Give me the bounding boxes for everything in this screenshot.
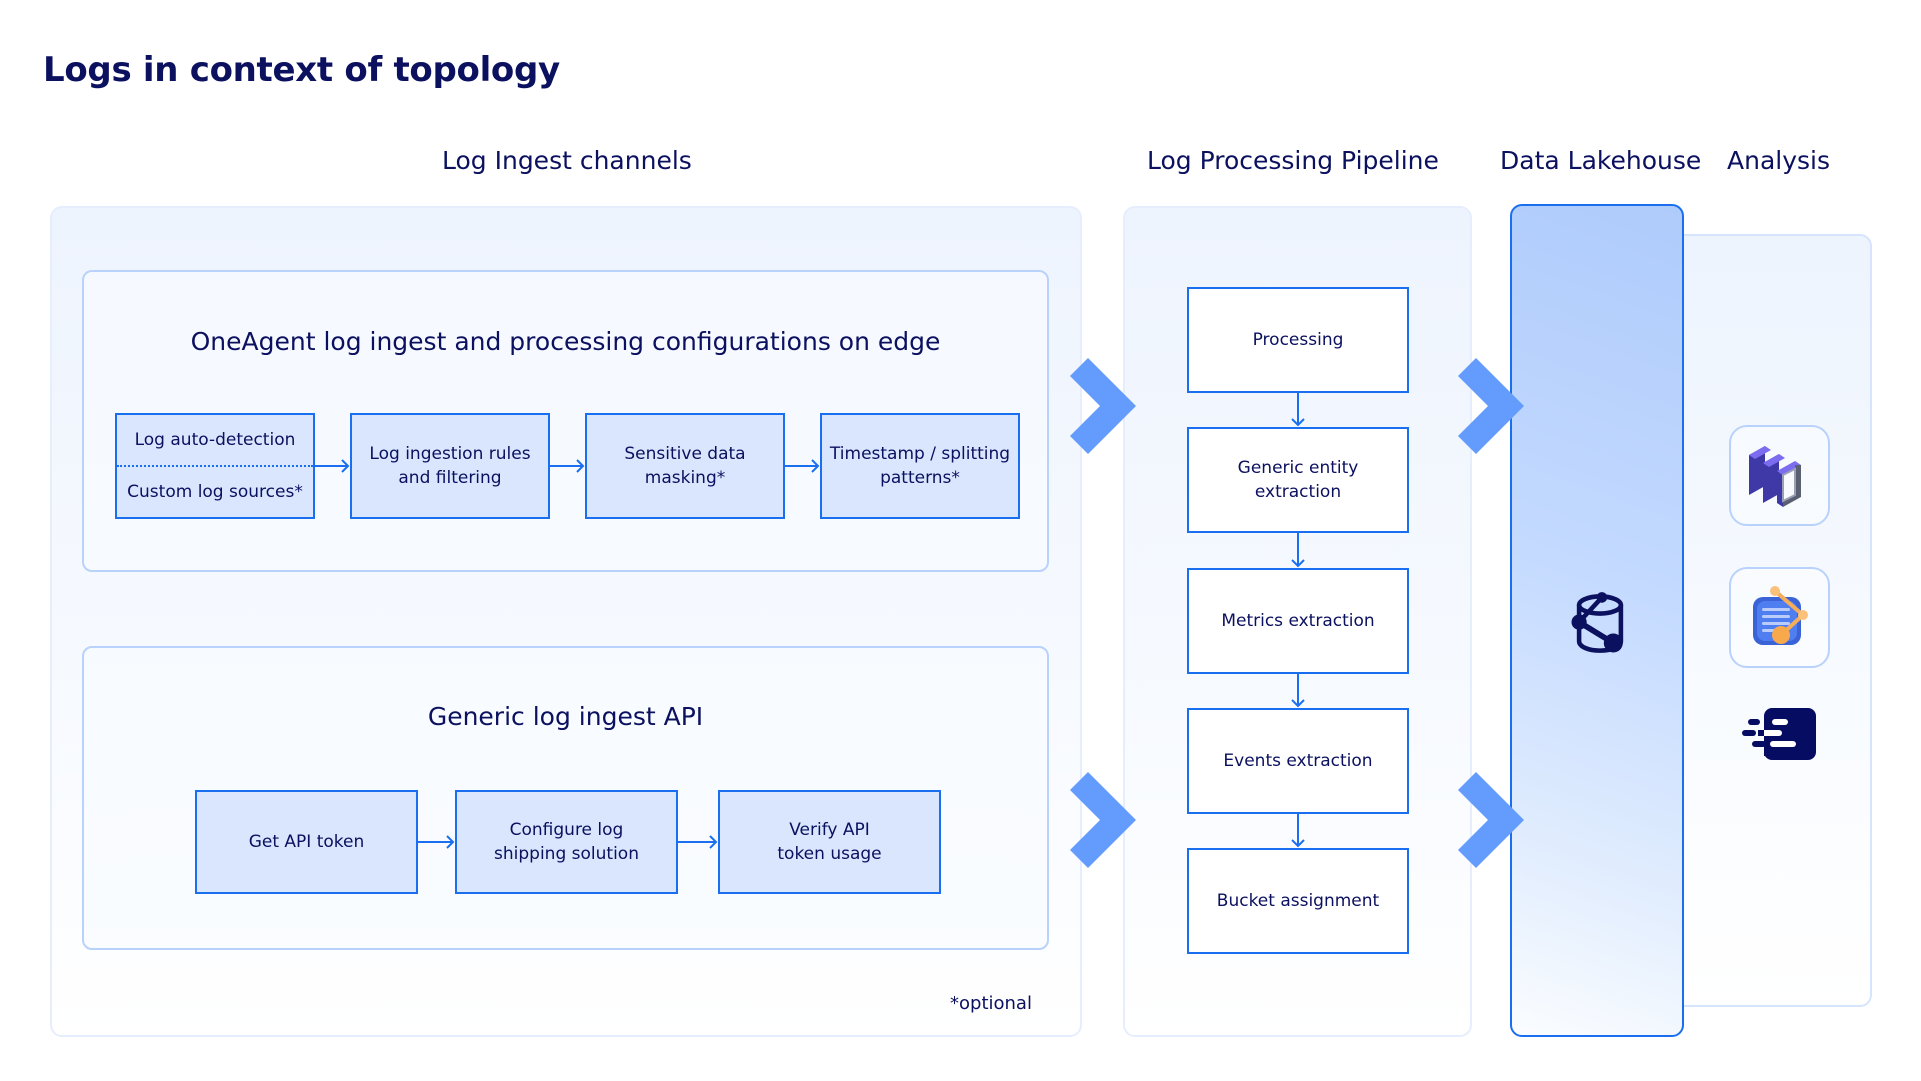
step-label: Configure log shipping solution (494, 820, 639, 864)
step-ingestion-rules[interactable]: Log ingestion rules and filtering (350, 413, 550, 519)
step-configure-log-shipping[interactable]: Configure log shipping solution (455, 790, 678, 894)
step-label: Bucket assignment (1216, 891, 1380, 911)
step-label: Generic entity extraction (1237, 458, 1359, 502)
column-heading-ingest: Log Ingest channels (442, 146, 692, 175)
dashboards-app-icon (1748, 445, 1801, 507)
analysis-tile-notebooks[interactable] (1729, 567, 1830, 668)
column-heading-analysis: Analysis (1727, 146, 1831, 175)
step-label: Timestamp / splitting patterns* (829, 444, 1011, 488)
step-label: Sensitive data masking* (624, 444, 746, 488)
data-lakehouse-bucket-icon (1571, 592, 1624, 653)
step-label: Verify API token usage (777, 820, 882, 864)
step-log-auto-detection: Log auto-detection (134, 430, 296, 450)
pipeline-step-entity-extraction[interactable]: Generic entity extraction (1187, 427, 1409, 533)
step-sensitive-data-masking[interactable]: Sensitive data masking* (585, 413, 785, 519)
logs-app-icon[interactable] (1742, 708, 1818, 760)
pipeline-step-bucket-assignment[interactable]: Bucket assignment (1187, 848, 1409, 954)
arrow-right-icon (678, 835, 718, 849)
step-log-sources[interactable]: Log auto-detection Custom log sources* (115, 413, 315, 519)
notebooks-app-icon (1752, 585, 1808, 645)
oneagent-group-title: OneAgent log ingest and processing confi… (190, 327, 941, 356)
data-lakehouse-column (1510, 204, 1684, 1037)
arrow-down-icon (1291, 814, 1305, 848)
chevron-right-icon (1070, 772, 1136, 868)
page-title: Logs in context of topology (43, 50, 560, 90)
analysis-tile-dashboards[interactable] (1729, 425, 1830, 526)
arrow-right-icon (315, 459, 350, 473)
chevron-right-icon (1458, 772, 1524, 868)
step-label: Events extraction (1223, 751, 1373, 771)
step-label: Log ingestion rules and filtering (369, 444, 531, 488)
arrow-down-icon (1291, 393, 1305, 427)
generic-api-group-title: Generic log ingest API (427, 702, 704, 731)
arrow-right-icon (418, 835, 455, 849)
pipeline-step-events-extraction[interactable]: Events extraction (1187, 708, 1409, 814)
column-heading-pipeline: Log Processing Pipeline (1147, 146, 1439, 175)
step-label: Metrics extraction (1221, 611, 1375, 631)
step-label: Get API token (248, 832, 365, 852)
chevron-right-icon (1458, 358, 1524, 454)
arrow-right-icon (785, 459, 820, 473)
step-custom-log-sources: Custom log sources* (127, 482, 303, 502)
step-verify-api-token[interactable]: Verify API token usage (718, 790, 941, 894)
pipeline-step-processing[interactable]: Processing (1187, 287, 1409, 393)
step-timestamp-splitting[interactable]: Timestamp / splitting patterns* (820, 413, 1020, 519)
pipeline-step-metrics-extraction[interactable]: Metrics extraction (1187, 568, 1409, 674)
arrow-right-icon (550, 459, 585, 473)
step-get-api-token[interactable]: Get API token (195, 790, 418, 894)
optional-footnote: *optional (950, 993, 1032, 1014)
chevron-right-icon (1070, 358, 1136, 454)
step-label: Processing (1252, 330, 1344, 350)
arrow-down-icon (1291, 533, 1305, 568)
column-heading-lakehouse: Data Lakehouse (1500, 146, 1702, 175)
arrow-down-icon (1291, 674, 1305, 708)
